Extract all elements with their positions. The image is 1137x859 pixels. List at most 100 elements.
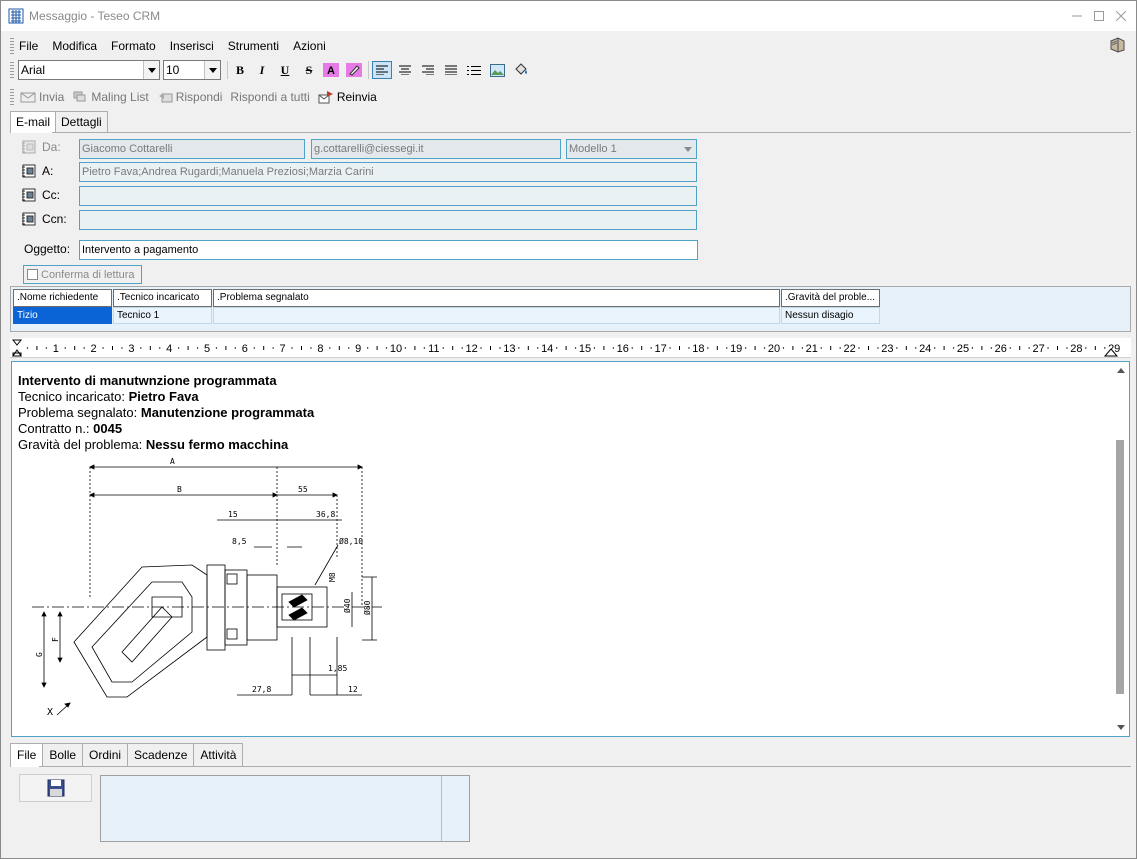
tab-email[interactable]: E-mail [10, 111, 57, 133]
ruler-dot [555, 347, 558, 349]
grid-cell-gravita[interactable]: Nessun disagio [781, 307, 880, 324]
bold-button[interactable]: B [230, 61, 250, 79]
forward-button[interactable]: Reinvia [318, 90, 377, 104]
address-book-icon[interactable] [21, 187, 38, 203]
technical-drawing-image[interactable]: A B 55 15 36,8 8,5 Ø8,10 Ø40 Ø80 M8 G F … [32, 457, 392, 722]
address-book-icon[interactable] [21, 163, 38, 179]
bullet-list-button[interactable] [464, 61, 484, 79]
tab-scadenze[interactable]: Scadenze [127, 743, 195, 767]
justify-button[interactable] [441, 61, 461, 79]
save-attachment-button[interactable] [19, 774, 92, 802]
italic-button[interactable]: I [252, 61, 272, 79]
ruler-dot [820, 347, 822, 349]
address-book-icon[interactable] [1109, 37, 1126, 53]
ruler-dot [442, 347, 444, 349]
ruler-dot [253, 347, 255, 349]
menu-grip[interactable] [10, 38, 14, 54]
dim-15: 15 [228, 510, 238, 519]
align-right-button[interactable] [418, 61, 438, 79]
font-color-button[interactable]: A [321, 61, 341, 79]
menu-inserisci[interactable]: Inserisci [170, 39, 214, 53]
ruler-number: 19 [730, 343, 742, 355]
paint-bucket-icon [514, 63, 527, 75]
menu-formato[interactable]: Formato [111, 39, 156, 53]
scroll-up-icon[interactable] [1112, 362, 1129, 379]
ruler-number: 22 [843, 343, 855, 355]
maximize-icon [1094, 11, 1104, 21]
dim-f: F [51, 637, 60, 642]
grid-cell-problema[interactable] [213, 307, 780, 324]
editor-scrollbar[interactable] [1112, 362, 1129, 736]
menu-azioni[interactable]: Azioni [293, 39, 326, 53]
read-receipt-checkbox[interactable]: Conferma di lettura [23, 265, 142, 284]
ruler-number: 21 [806, 343, 818, 355]
tab-attivita[interactable]: Attività [193, 743, 244, 767]
ruler-dot [234, 347, 237, 349]
background-color-button[interactable] [510, 61, 530, 79]
view-x-label: X [47, 707, 53, 718]
grid-header-problema[interactable]: .Problema segnalato [213, 289, 780, 307]
underline-button[interactable]: U [275, 61, 295, 79]
attachment-list[interactable] [100, 775, 470, 842]
ruler-number: 23 [881, 343, 893, 355]
bcc-field[interactable] [79, 210, 697, 230]
dim-m8: M8 [328, 572, 337, 582]
tab-ordini[interactable]: Ordini [82, 743, 129, 767]
reply-all-label: Rispondi a tutti [230, 90, 310, 104]
align-center-button[interactable] [395, 61, 415, 79]
scroll-thumb[interactable] [1116, 440, 1124, 694]
ruler-dot [102, 347, 104, 349]
close-button[interactable] [1110, 1, 1132, 31]
align-left-button[interactable] [372, 61, 392, 79]
tab-bolle[interactable]: Bolle [42, 743, 84, 767]
font-size-select[interactable]: 10 [163, 60, 221, 80]
reply-all-button[interactable]: Rispondi a tutti [230, 90, 309, 104]
message-body-editor[interactable]: Intervento di manutwnzione programmata T… [11, 361, 1130, 737]
tab-file[interactable]: File [10, 743, 44, 767]
indent-marker-icon[interactable] [11, 339, 23, 357]
address-book-icon[interactable] [21, 211, 38, 227]
dim-o80: Ø80 [362, 600, 372, 615]
ruler-dot [650, 347, 652, 349]
menu-modifica[interactable]: Modifica [52, 39, 97, 53]
format-toolbar-grip[interactable] [10, 62, 14, 78]
chevron-down-icon[interactable] [204, 61, 220, 79]
highlight-button[interactable] [344, 61, 364, 79]
chevron-down-icon[interactable] [143, 61, 159, 79]
menu-file[interactable]: File [19, 39, 38, 53]
chevron-down-icon[interactable] [680, 140, 696, 158]
to-field[interactable]: Pietro Fava;Andrea Rugardi;Manuela Prezi… [79, 162, 697, 182]
ruler-dot [669, 347, 671, 349]
close-icon [1116, 11, 1126, 21]
body-contract-value: 0045 [93, 421, 123, 436]
grid-cell-tecnico[interactable]: Tecnico 1 [113, 307, 212, 324]
send-button[interactable]: Invia [20, 90, 64, 104]
font-size-value: 10 [166, 63, 180, 77]
tab-dettagli[interactable]: Dettagli [55, 111, 108, 133]
grid-header-tecnico[interactable]: .Tecnico incaricato [113, 289, 212, 307]
grid-header-richiedente[interactable]: .Nome richiedente [13, 289, 112, 307]
menu-strumenti[interactable]: Strumenti [228, 39, 279, 53]
grid-header-gravita[interactable]: .Gravità del proble... [781, 289, 880, 307]
scroll-down-icon[interactable] [1112, 719, 1129, 736]
insert-image-button[interactable] [487, 61, 507, 79]
subject-field[interactable]: Intervento a pagamento [79, 240, 698, 260]
minimize-button[interactable] [1066, 1, 1088, 31]
ruler-number: 24 [919, 343, 931, 355]
reply-button[interactable]: Rispondi [157, 90, 222, 104]
ruler-dot [45, 347, 48, 349]
ruler[interactable]: 1 2 3 4 5 6 7 8 9 10 11 12 13 14 15 16 17 18 19 20 21 22 23 24 2… [10, 338, 1131, 358]
mailing-list-button[interactable]: Maling List [72, 90, 149, 104]
font-family-select[interactable]: Arial [18, 60, 160, 80]
ruler-dot [574, 347, 577, 349]
template-select[interactable]: Modello 1 [566, 139, 697, 159]
from-name-field[interactable]: Giacomo Cottarelli [79, 139, 305, 159]
ruler-dot [215, 347, 218, 349]
strikethrough-button[interactable]: S [299, 61, 319, 79]
from-email-field[interactable]: g.cottarelli@ciessegi.it [311, 139, 561, 159]
grid-cell-richiedente[interactable]: Tizio [13, 307, 112, 324]
maximize-button[interactable] [1088, 1, 1110, 31]
action-toolbar-grip[interactable] [10, 89, 14, 105]
ruler-dot [385, 347, 388, 349]
cc-field[interactable] [79, 186, 697, 206]
